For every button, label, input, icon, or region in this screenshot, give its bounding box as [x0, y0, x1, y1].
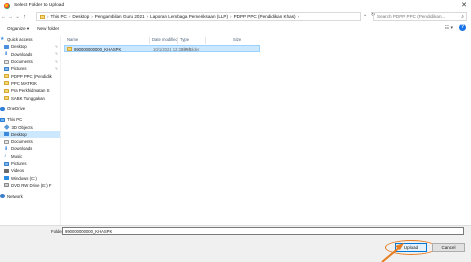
annotation-arrow: [381, 243, 404, 262]
arrow-shaft: [381, 246, 401, 262]
